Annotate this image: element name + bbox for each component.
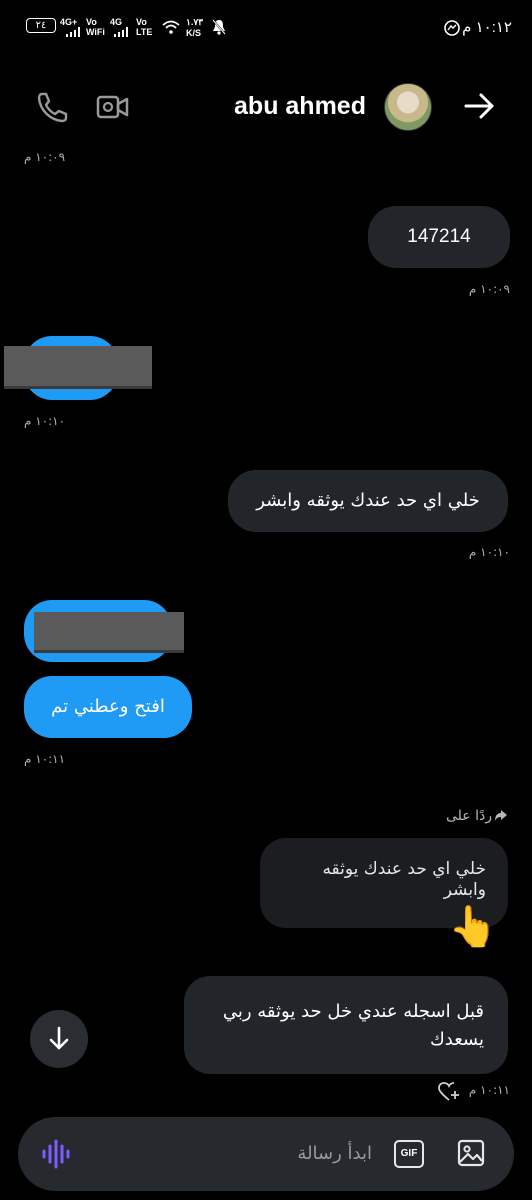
pointing-up-emoji: 👆 bbox=[448, 904, 498, 950]
back-arrow-icon[interactable] bbox=[462, 88, 498, 124]
message-text: قبل اسجله عندي خل حد يوثقه ربي يسعدك bbox=[222, 1001, 484, 1050]
signal-icon-2 bbox=[114, 27, 128, 37]
redaction-block bbox=[34, 612, 184, 653]
gif-button[interactable]: GIF bbox=[394, 1140, 424, 1168]
video-call-icon[interactable] bbox=[96, 92, 130, 122]
wifi-icon bbox=[162, 20, 180, 34]
voice-message-icon[interactable] bbox=[40, 1138, 72, 1170]
status-time: ١٠:١٢ م bbox=[462, 19, 512, 36]
message-bubble-incoming[interactable]: افتح وعطني تم bbox=[24, 676, 192, 738]
replied-to-label: ردًا على bbox=[446, 808, 492, 824]
network-4g-plus: 4G+ bbox=[60, 17, 78, 27]
timestamp: ١٠:١١ م bbox=[24, 752, 66, 766]
timestamp: ١٠:١١ م bbox=[468, 1083, 510, 1097]
message-bubble-outgoing[interactable]: خلي اي حد عندك يوثقه وابشر bbox=[228, 470, 508, 532]
contact-name[interactable]: abu ahmed bbox=[234, 92, 366, 121]
avatar[interactable] bbox=[384, 83, 432, 131]
timestamp: ١٠:٠٩ م bbox=[468, 282, 510, 296]
speed-value: ١.٧٣ bbox=[186, 17, 204, 27]
signal-icon bbox=[66, 27, 80, 37]
battery-icon: ٢٤ bbox=[26, 18, 56, 33]
heart-add-icon[interactable] bbox=[438, 1082, 460, 1102]
volte-top: Vo bbox=[136, 17, 147, 27]
image-picker-icon[interactable] bbox=[456, 1138, 486, 1168]
message-text: افتح وعطني تم bbox=[51, 696, 165, 717]
status-bar: ٢٤ 4G+ Vo WiFi 4G Vo LTE ١.٧٣ K/S ١٠:١٢ … bbox=[0, 0, 532, 58]
volte-bottom: LTE bbox=[136, 27, 153, 37]
network-4g: 4G bbox=[110, 17, 123, 27]
speed-unit: K/S bbox=[186, 28, 202, 38]
phone-call-icon[interactable] bbox=[36, 90, 70, 124]
timestamp: ١٠:١٠ م bbox=[24, 414, 66, 428]
message-text: خلي اي حد عندك يوثقه وابشر bbox=[256, 490, 480, 511]
message-input[interactable]: ابدأ رسالة bbox=[297, 1143, 372, 1164]
redaction-block bbox=[4, 346, 152, 389]
message-bubble-outgoing[interactable]: قبل اسجله عندي خل حد يوثقه ربي يسعدك bbox=[184, 976, 508, 1074]
scroll-to-bottom-button[interactable] bbox=[30, 1010, 88, 1068]
vowifi-top: Vo bbox=[86, 17, 97, 27]
mute-bell-icon bbox=[212, 19, 226, 35]
reply-quote-text: خلي اي حد عندك يوثقه وابشر bbox=[322, 859, 486, 900]
reply-arrow-icon bbox=[495, 810, 507, 821]
message-text: 147214 bbox=[407, 226, 471, 247]
message-bubble-outgoing[interactable]: 147214 bbox=[368, 206, 510, 268]
arrow-down-icon bbox=[49, 1026, 69, 1050]
vowifi-bottom: WiFi bbox=[86, 27, 105, 37]
message-composer[interactable] bbox=[18, 1117, 514, 1191]
timestamp: ١٠:١٠ م bbox=[468, 545, 510, 559]
timestamp: ١٠:٠٩ م bbox=[24, 150, 66, 164]
messenger-icon bbox=[444, 20, 460, 36]
